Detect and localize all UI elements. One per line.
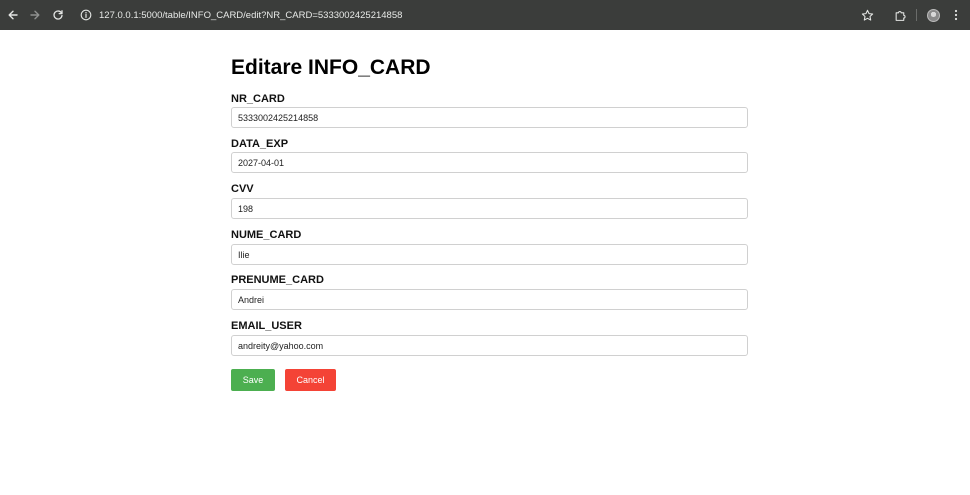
data-exp-input[interactable] (231, 152, 748, 173)
url-text[interactable]: 127.0.0.1:5000/table/INFO_CARD/edit?NR_C… (99, 10, 402, 21)
nume-card-input[interactable] (231, 244, 748, 265)
bookmark-button[interactable] (859, 7, 875, 23)
back-button[interactable] (5, 7, 21, 23)
save-button[interactable]: Save (231, 369, 275, 391)
nr-card-input[interactable] (231, 107, 748, 128)
extensions-button[interactable] (892, 7, 908, 23)
nume-card-label: NUME_CARD (231, 229, 302, 241)
menu-button[interactable] (948, 7, 964, 23)
cvv-label: CVV (231, 183, 254, 195)
email-user-label: EMAIL_USER (231, 320, 302, 332)
arrow-left-icon (8, 10, 18, 20)
site-info-icon[interactable] (80, 9, 92, 21)
reload-icon (53, 10, 63, 20)
cancel-button[interactable]: Cancel (285, 369, 336, 391)
reload-button[interactable] (50, 7, 66, 23)
prenume-card-label: PRENUME_CARD (231, 274, 324, 286)
arrow-right-icon (30, 10, 40, 20)
kebab-menu-icon (954, 9, 958, 21)
data-exp-label: DATA_EXP (231, 138, 289, 150)
puzzle-icon (895, 10, 906, 21)
browser-toolbar: 127.0.0.1:5000/table/INFO_CARD/edit?NR_C… (0, 0, 970, 30)
forward-button[interactable] (27, 7, 43, 23)
cvv-input[interactable] (231, 198, 748, 219)
address-bar[interactable]: 127.0.0.1:5000/table/INFO_CARD/edit?NR_C… (72, 3, 852, 27)
prenume-card-input[interactable] (231, 289, 748, 310)
toolbar-divider (916, 9, 917, 21)
email-user-input[interactable] (231, 335, 748, 356)
star-icon (861, 9, 873, 21)
profile-button[interactable] (925, 7, 941, 23)
nr-card-label: NR_CARD (231, 93, 285, 105)
avatar (926, 8, 940, 22)
page-title: Editare INFO_CARD (231, 56, 431, 79)
